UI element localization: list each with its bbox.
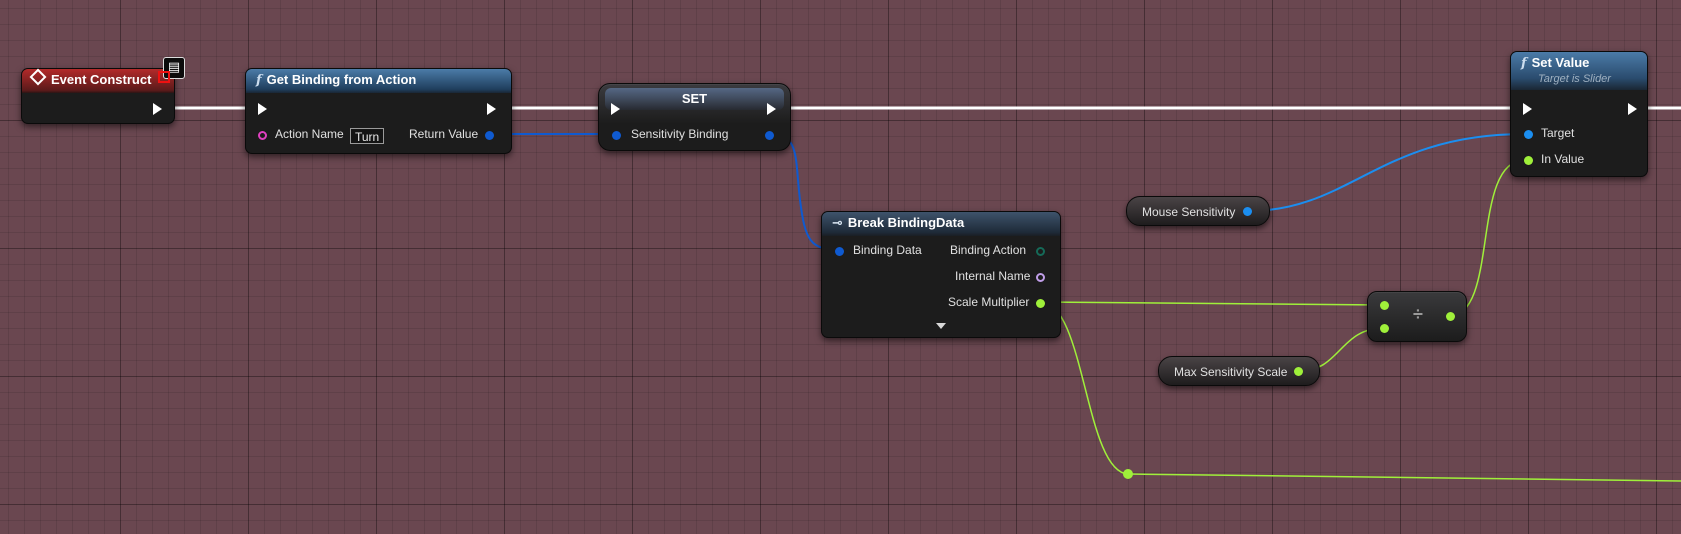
- in-value-label: In Value: [1541, 152, 1585, 166]
- break-binding-data-node[interactable]: ⊸ Break BindingData Binding Data Binding …: [821, 211, 1061, 338]
- break-struct-icon: ⊸: [832, 215, 843, 230]
- action-name-label: Action Name: [275, 127, 344, 141]
- function-icon: f: [256, 73, 262, 88]
- max-sensitivity-scale-label: Max Sensitivity Scale: [1174, 365, 1288, 379]
- get-binding-node[interactable]: f Get Binding from Action Action Name Tur…: [245, 68, 512, 154]
- internal-name-label: Internal Name: [955, 269, 1031, 283]
- float-wire: [1040, 301, 1385, 306]
- divide-node[interactable]: ÷: [1367, 291, 1467, 342]
- target-pin[interactable]: [1524, 130, 1533, 139]
- action-name-input[interactable]: Turn: [350, 128, 385, 144]
- get-binding-title: Get Binding from Action: [266, 72, 417, 87]
- in-value-pin[interactable]: [1524, 156, 1533, 165]
- event-icon: [29, 68, 47, 86]
- latent-indicator-icon: [158, 71, 170, 83]
- break-binding-header: ⊸ Break BindingData: [822, 212, 1060, 236]
- float-wire: [1127, 473, 1681, 482]
- set-title: SET: [681, 91, 708, 106]
- divide-input-b-pin[interactable]: [1380, 324, 1389, 333]
- exec-output-pin[interactable]: [153, 103, 162, 115]
- binding-data-pin[interactable]: [835, 247, 844, 256]
- divide-input-a-pin[interactable]: [1380, 301, 1389, 310]
- exec-input-pin[interactable]: [258, 103, 267, 115]
- divide-operator: ÷: [1413, 304, 1423, 324]
- mouse-sensitivity-pin[interactable]: [1243, 207, 1252, 216]
- internal-name-pin[interactable]: [1036, 273, 1045, 282]
- get-binding-header: f Get Binding from Action: [246, 69, 511, 93]
- max-sensitivity-scale-pin[interactable]: [1294, 367, 1303, 376]
- scale-multiplier-label: Scale Multiplier: [948, 295, 1030, 309]
- mouse-sensitivity-variable[interactable]: Mouse Sensitivity: [1126, 196, 1270, 226]
- break-binding-title: Break BindingData: [847, 215, 965, 230]
- return-value-pin[interactable]: [485, 131, 494, 140]
- set-variable-node[interactable]: SET Sensitivity Binding: [598, 83, 791, 151]
- scale-multiplier-pin[interactable]: [1036, 299, 1045, 308]
- set-value-subtitle: Target is Slider: [1538, 73, 1611, 85]
- exec-output-pin[interactable]: [767, 103, 776, 115]
- object-wire: [1248, 133, 1526, 212]
- event-construct-node[interactable]: Event Construct: [21, 68, 175, 124]
- divide-output-pin[interactable]: [1446, 312, 1455, 321]
- event-construct-header: Event Construct: [22, 68, 174, 93]
- exec-output-pin[interactable]: [1628, 103, 1637, 115]
- return-value-label: Return Value: [409, 127, 479, 141]
- exec-input-pin[interactable]: [611, 103, 620, 115]
- sensitivity-binding-input-pin[interactable]: [612, 131, 621, 140]
- exec-output-pin[interactable]: [487, 103, 496, 115]
- binding-data-label: Binding Data: [853, 243, 922, 257]
- set-value-title: Set Value: [1531, 55, 1590, 70]
- sensitivity-binding-output-pin[interactable]: [765, 131, 774, 140]
- exec-input-pin[interactable]: [1523, 103, 1532, 115]
- max-sensitivity-scale-variable[interactable]: Max Sensitivity Scale: [1158, 356, 1320, 386]
- reroute-node[interactable]: [1123, 469, 1133, 479]
- function-icon: f: [1521, 56, 1527, 71]
- binding-action-pin[interactable]: [1036, 247, 1045, 256]
- event-construct-title: Event Construct: [51, 72, 152, 87]
- set-value-node[interactable]: f Set Value Target is Slider Target In Va…: [1510, 51, 1648, 177]
- binding-action-label: Binding Action: [950, 243, 1027, 257]
- set-value-header: f Set Value Target is Slider: [1511, 52, 1647, 90]
- mouse-sensitivity-label: Mouse Sensitivity: [1142, 205, 1236, 219]
- action-name-pin[interactable]: [258, 131, 267, 140]
- expand-arrow-icon[interactable]: [936, 323, 946, 329]
- sensitivity-binding-label: Sensitivity Binding: [631, 127, 729, 141]
- target-label: Target: [1541, 126, 1575, 140]
